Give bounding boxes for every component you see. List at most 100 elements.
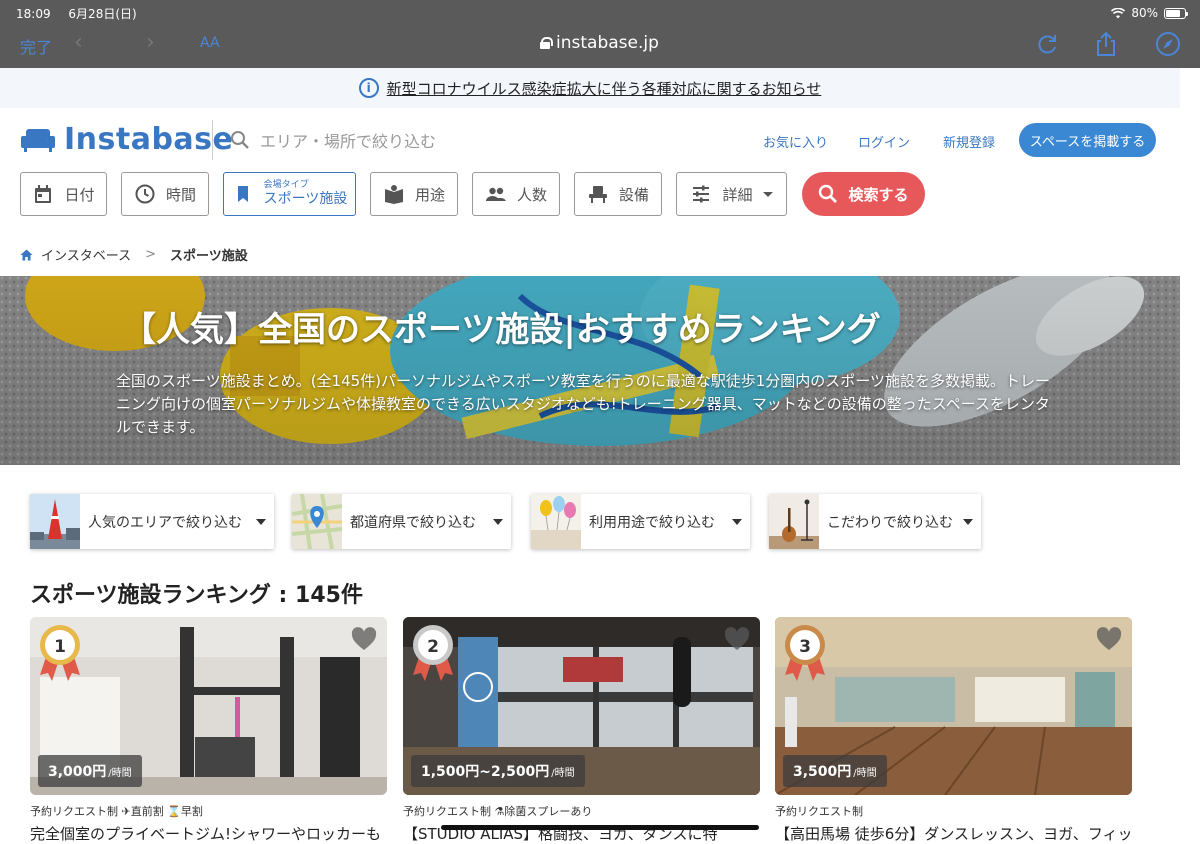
ranking-heading: スポーツ施設ランキング : 145件 <box>30 583 363 608</box>
price-value: 3,000円 <box>48 764 107 780</box>
text-size-button[interactable]: AA <box>200 35 220 51</box>
sofa-icon <box>21 128 55 152</box>
search-button-label: 検索する <box>848 185 909 204</box>
hero-description: 全国のスポーツ施設まとめ。(全145件)パーソナルジムやスポーツ教室を行うのに最… <box>116 372 1050 436</box>
bookmark-icon <box>237 186 248 202</box>
venue-type-label: スポーツ施設 <box>263 191 348 207</box>
search-button[interactable]: 検索する <box>802 172 925 216</box>
equipment-filter-button[interactable]: 設備 <box>574 172 662 216</box>
purpose-dropdown[interactable]: 利用用途で絞り込む <box>531 494 750 549</box>
price-tag: 1,500円~2,500円/時間 <box>411 755 585 787</box>
time-filter-label: 時間 <box>165 185 196 204</box>
party-balloons-thumbnail <box>531 494 581 549</box>
breadcrumb-separator: > <box>145 247 156 262</box>
login-link[interactable]: ログイン <box>858 132 910 151</box>
space-card[interactable]: 3 3,500円/時間 予約リクエスト制 【高田馬場 徒歩6分】ダンスレッスン、… <box>775 617 1132 843</box>
book-icon <box>384 185 403 204</box>
heart-icon[interactable] <box>351 627 377 651</box>
price-tag: 3,500円/時間 <box>783 755 887 787</box>
header-divider <box>212 120 213 160</box>
status-date: 6月28日(日) <box>68 6 137 21</box>
chair-icon <box>588 186 607 203</box>
details-filter-button[interactable]: 詳細 <box>676 172 787 216</box>
card-title[interactable]: 【高田馬場 徒歩6分】ダンスレッスン、ヨガ、フィッ <box>775 823 1132 844</box>
battery-icon <box>1164 7 1188 19</box>
browser-toolbar: 18:09 6月28日(日) 80% 完了 ‹ › AA instabase.j… <box>0 0 1200 68</box>
reload-icon[interactable] <box>1034 30 1062 58</box>
purpose-filter-label: 用途 <box>414 185 445 204</box>
tokyo-tower-thumbnail <box>30 494 80 549</box>
card-title[interactable]: 完全個室のプライベートジム!シャワーやロッカーも <box>30 823 387 844</box>
clock-icon <box>135 184 155 204</box>
preferences-dropdown[interactable]: こだわりで絞り込む <box>769 494 981 549</box>
people-icon <box>485 187 506 201</box>
breadcrumb: インスタベース > スポーツ施設 <box>20 245 248 264</box>
share-icon[interactable] <box>1092 30 1120 58</box>
heart-icon[interactable] <box>1096 627 1122 651</box>
people-filter-button[interactable]: 人数 <box>472 172 560 216</box>
guitar-mic-thumbnail <box>769 494 819 549</box>
wifi-icon <box>1111 7 1126 18</box>
prefecture-dropdown[interactable]: 都道府県で絞り込む <box>292 494 511 549</box>
prefecture-label: 都道府県で絞り込む <box>350 514 476 531</box>
price-value: 3,500円 <box>793 764 852 780</box>
notice-link[interactable]: 新型コロナウイルス感染症拡大に伴う各種対応に関するお知らせ <box>387 78 822 99</box>
purpose-label: 利用用途で絞り込む <box>589 514 715 531</box>
popular-area-label: 人気のエリアで絞り込む <box>88 514 242 531</box>
signup-link[interactable]: 新規登録 <box>943 132 995 151</box>
price-unit: /時間 <box>551 767 575 779</box>
done-button[interactable]: 完了 <box>20 34 52 58</box>
price-unit: /時間 <box>108 767 132 779</box>
caret-down-icon <box>256 518 266 525</box>
home-icon <box>20 249 33 260</box>
site-header: Instabase エリア・場所で絞り込む お気に入り ログイン 新規登録 スペ… <box>0 118 1200 164</box>
post-space-button[interactable]: スペースを掲載する <box>1019 123 1156 157</box>
caret-down-icon <box>493 518 503 525</box>
logo-text: Instabase <box>64 122 234 157</box>
status-time: 18:09 <box>16 6 51 21</box>
details-filter-label: 詳細 <box>722 185 753 204</box>
area-search-input[interactable]: エリア・場所で絞り込む <box>230 128 436 152</box>
space-card[interactable]: 1 3,000円/時間 予約リクエスト制 ✈直前割 ⌛早割 完全個室のプライベー… <box>30 617 387 843</box>
caret-down-icon <box>762 191 773 197</box>
back-arrow-icon[interactable]: ‹ <box>74 30 83 55</box>
price-tag: 3,000円/時間 <box>38 755 142 787</box>
price-unit: /時間 <box>853 767 877 779</box>
rank-number: 1 <box>54 637 66 657</box>
search-placeholder: エリア・場所で絞り込む <box>260 132 437 151</box>
space-card[interactable]: 2 1,500円~2,500円/時間 予約リクエスト制 ⚗除菌スプレーあり 【S… <box>403 617 760 843</box>
favorites-link[interactable]: お気に入り <box>763 132 828 151</box>
venue-type-caption: 会場タイプ <box>263 180 309 190</box>
preferences-label: こだわりで絞り込む <box>827 514 953 531</box>
venue-type-filter-button[interactable]: 会場タイプ スポーツ施設 <box>223 172 356 216</box>
forward-arrow-icon[interactable]: › <box>146 30 155 55</box>
search-icon <box>819 184 838 203</box>
breadcrumb-current: スポーツ施設 <box>170 249 248 264</box>
card-tags: 予約リクエスト制 ⚗除菌スプレーあり <box>403 805 593 818</box>
url-text: instabase.jp <box>556 33 659 53</box>
covid-notice-bar[interactable]: i 新型コロナウイルス感染症拡大に伴う各種対応に関するお知らせ <box>0 68 1180 108</box>
calendar-icon <box>35 185 52 203</box>
breadcrumb-home[interactable]: インスタベース <box>41 245 131 264</box>
address-bar[interactable]: instabase.jp <box>540 33 659 53</box>
purpose-filter-button[interactable]: 用途 <box>370 172 458 216</box>
card-tags: 予約リクエスト制 ✈直前割 ⌛早割 <box>30 805 203 818</box>
map-pin-thumbnail <box>292 494 342 549</box>
heart-icon[interactable] <box>724 627 750 651</box>
caret-down-icon <box>732 518 742 525</box>
home-indicator[interactable] <box>441 825 759 830</box>
status-bar: 18:09 6月28日(日) 80% <box>16 4 1188 22</box>
date-filter-button[interactable]: 日付 <box>20 172 107 216</box>
compass-icon[interactable] <box>1154 30 1182 58</box>
date-filter-label: 日付 <box>64 185 95 204</box>
rank-number: 2 <box>427 637 439 657</box>
sliders-icon <box>693 185 710 203</box>
popular-area-dropdown[interactable]: 人気のエリアで絞り込む <box>30 494 274 549</box>
instabase-logo[interactable]: Instabase <box>20 122 233 157</box>
search-icon <box>231 131 249 149</box>
lock-icon <box>540 37 553 49</box>
hero-title: 【人気】全国のスポーツ施設|おすすめランキング <box>122 310 881 350</box>
caret-down-icon <box>963 518 973 525</box>
time-filter-button[interactable]: 時間 <box>121 172 209 216</box>
battery-percent: 80% <box>1131 6 1158 20</box>
